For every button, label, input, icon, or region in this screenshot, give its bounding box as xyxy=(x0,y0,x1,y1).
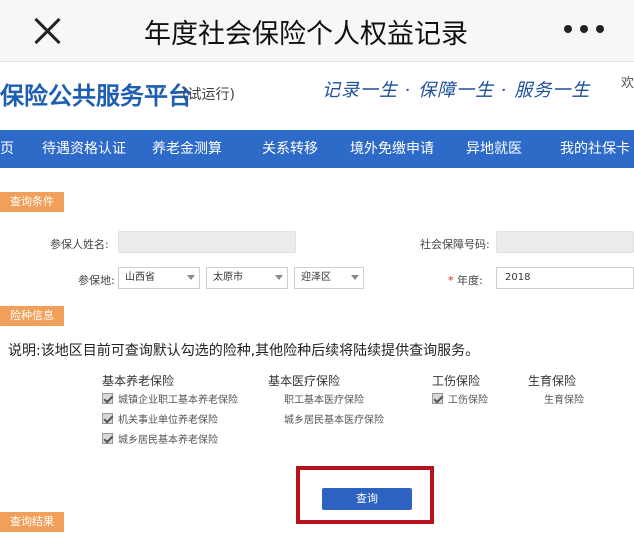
nav-item-qualification[interactable]: 待遇资格认证 xyxy=(42,130,126,168)
checkbox-item[interactable]: 职工基本医疗保险 xyxy=(268,391,364,406)
checkbox-checked-icon[interactable] xyxy=(102,413,113,424)
close-icon[interactable] xyxy=(30,14,64,48)
chevron-down-icon xyxy=(351,275,359,280)
ssn-label: 社会保障号码: xyxy=(420,238,490,251)
query-results-tag: 查询结果 xyxy=(0,512,64,532)
ssn-field[interactable] xyxy=(496,231,634,253)
required-marker: * xyxy=(448,274,457,287)
group-pension-head: 基本养老保险 xyxy=(102,374,175,388)
checkbox-label: 机关事业单位养老保险 xyxy=(118,415,218,426)
checkbox-checked-icon[interactable] xyxy=(102,433,113,444)
site-header: 保险公共服务平台 (试运行) 记录一生 · 保障一生 · 服务一生 欢 xyxy=(0,62,634,128)
site-slogan: 记录一生 · 保障一生 · 服务一生 xyxy=(322,80,591,101)
chevron-down-icon xyxy=(187,275,195,280)
checkbox-item[interactable]: 机关事业单位养老保险 xyxy=(102,411,218,426)
name-field[interactable] xyxy=(118,231,296,253)
year-input[interactable]: 2018 xyxy=(496,267,634,289)
checkbox-item[interactable]: 城镇企业职工基本养老保险 xyxy=(102,391,238,406)
province-select[interactable]: 山西省 xyxy=(118,267,200,289)
checkbox-label: 职工基本医疗保险 xyxy=(284,395,364,406)
info-note: 说明:该地区目前可查询默认勾选的险种,其他险种后续将陆续提供查询服务。 xyxy=(8,343,480,359)
checkbox-label: 生育保险 xyxy=(544,395,584,406)
year-label-wrap: * 年度: xyxy=(448,272,483,288)
query-button[interactable]: 查询 xyxy=(322,488,412,510)
checkbox-label: 城乡居民基本医疗保险 xyxy=(284,415,384,426)
checkbox-label: 城镇企业职工基本养老保险 xyxy=(118,395,238,406)
nav-item-my-card[interactable]: 我的社保卡 xyxy=(560,130,630,168)
checkbox-item[interactable]: 城乡居民基本医疗保险 xyxy=(268,411,384,426)
checkbox-unchecked-icon[interactable] xyxy=(268,393,279,404)
district-select[interactable]: 迎泽区 xyxy=(294,267,364,289)
site-subtitle: (试运行) xyxy=(182,87,235,103)
district-value: 迎泽区 xyxy=(301,272,331,283)
year-label: 年度: xyxy=(457,274,483,287)
chevron-down-icon xyxy=(275,275,283,280)
insurance-info-tag: 险种信息 xyxy=(0,306,64,326)
nav-item-pension-calc[interactable]: 养老金测算 xyxy=(152,130,222,168)
nav-item-remote-medical[interactable]: 异地就医 xyxy=(466,130,522,168)
checkbox-item[interactable]: 生育保险 xyxy=(528,391,584,406)
main-nav: 页 待遇资格认证 养老金测算 关系转移 境外免缴申请 异地就医 我的社保卡 xyxy=(0,130,634,168)
group-injury-head: 工伤保险 xyxy=(432,374,481,388)
city-select[interactable]: 太原市 xyxy=(206,267,288,289)
city-value: 太原市 xyxy=(213,272,243,283)
checkbox-label: 城乡居民基本养老保险 xyxy=(118,435,218,446)
checkbox-checked-icon[interactable] xyxy=(102,393,113,404)
province-value: 山西省 xyxy=(125,272,155,283)
page-title: 年度社会保险个人权益记录 xyxy=(144,19,468,50)
query-conditions-tag: 查询条件 xyxy=(0,192,64,212)
name-label: 参保人姓名: xyxy=(50,238,109,251)
welcome-text: 欢 xyxy=(620,76,634,91)
checkbox-label: 工伤保险 xyxy=(448,395,488,406)
group-medical-head: 基本医疗保险 xyxy=(268,374,341,388)
nav-item-overseas-exemption[interactable]: 境外免缴申请 xyxy=(350,130,434,168)
more-icon[interactable] xyxy=(564,25,604,35)
location-label: 参保地: xyxy=(78,274,115,287)
checkbox-unchecked-icon[interactable] xyxy=(268,413,279,424)
checkbox-checked-icon[interactable] xyxy=(432,393,443,404)
wechat-top-bar: 年度社会保险个人权益记录 xyxy=(0,0,634,62)
nav-item-transfer[interactable]: 关系转移 xyxy=(262,130,318,168)
group-maternity-head: 生育保险 xyxy=(528,374,577,388)
checkbox-unchecked-icon[interactable] xyxy=(528,393,539,404)
nav-item-home[interactable]: 页 xyxy=(0,130,14,168)
checkbox-item[interactable]: 城乡居民基本养老保险 xyxy=(102,431,218,446)
site-title: 保险公共服务平台 xyxy=(0,82,192,110)
checkbox-item[interactable]: 工伤保险 xyxy=(432,391,488,406)
